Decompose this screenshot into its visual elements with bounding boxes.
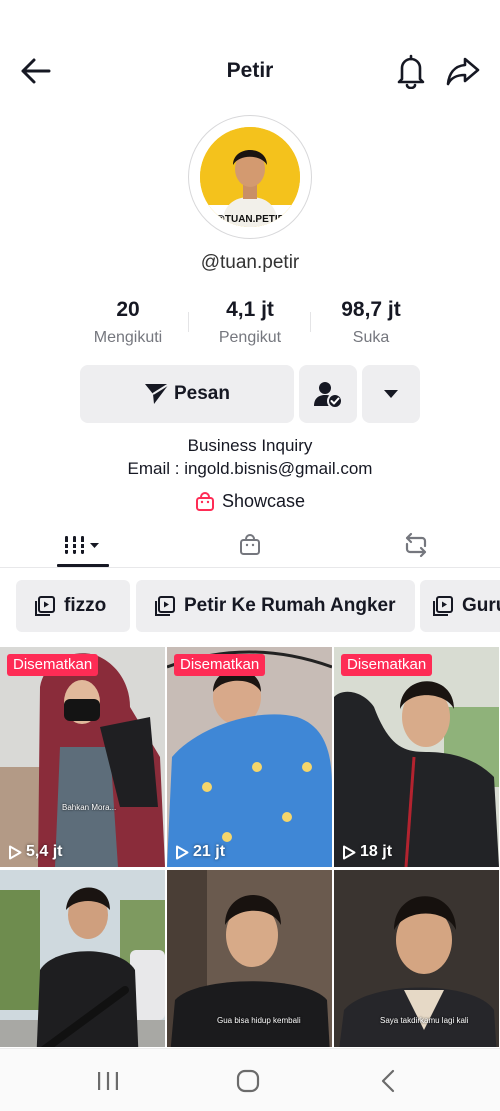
video-thumbnail[interactable]: Saya takdirkamu lagi kali: [334, 870, 499, 1047]
playlist-icon: [155, 596, 175, 616]
recent-apps-icon[interactable]: [88, 1067, 128, 1095]
videos-grid-icon: [65, 536, 99, 554]
video-grid: Disematkan Bahkan Mora... 5,4 jt Disemat…: [0, 647, 500, 1047]
user-check-icon: [314, 382, 343, 409]
bio-email[interactable]: Email : ingold.bisnis@gmail.com: [0, 457, 500, 480]
view-count-value: 21 jt: [193, 843, 226, 860]
stat-followers[interactable]: 4,1 jt Pengikut: [190, 298, 310, 347]
top-bar: Petir: [0, 45, 500, 97]
message-button[interactable]: Pesan: [80, 365, 294, 423]
stat-following-label: Mengikuti: [93, 329, 163, 346]
showcase-label: Showcase: [221, 491, 306, 511]
view-count-value: 5,4 jt: [26, 843, 63, 860]
shop-bag-icon: [240, 534, 260, 555]
tab-shop[interactable]: [222, 522, 278, 568]
pinned-badge: Disematkan: [174, 654, 266, 676]
stat-following-value: 20: [116, 298, 140, 321]
system-nav-bar: [0, 1048, 500, 1111]
avatar-ring[interactable]: @TUAN.PETIR: [188, 115, 312, 239]
pinned-badge: Disematkan: [341, 654, 433, 676]
profile-actions: Pesan: [0, 365, 500, 423]
play-icon: [176, 845, 189, 859]
bio: Business Inquiry Email : ingold.bisnis@g…: [0, 434, 500, 480]
playlist-chip[interactable]: fizzo: [16, 580, 130, 632]
playlist-label: Guru: [462, 595, 500, 616]
playlist-label: fizzo: [64, 595, 107, 616]
friend-status-button[interactable]: [299, 365, 357, 423]
video-caption: Bahkan Mora...: [62, 803, 117, 812]
caret-down-icon: [384, 390, 398, 398]
video-thumbnail[interactable]: Disematkan 21 jt: [167, 647, 332, 867]
playlist-chip[interactable]: Petir Ke Rumah Angker: [136, 580, 415, 632]
video-thumbnail-image: [0, 870, 165, 1047]
avatar[interactable]: @TUAN.PETIR: [200, 127, 300, 227]
showcase-link[interactable]: Showcase: [0, 491, 500, 512]
view-count: 5,4 jt: [8, 843, 62, 861]
playlist-row: fizzo Petir Ke Rumah Angker Guru: [0, 580, 500, 632]
more-options-button[interactable]: [362, 365, 420, 423]
tab-reposts[interactable]: [388, 522, 444, 568]
playlist-icon: [433, 596, 453, 616]
playlist-chip[interactable]: Guru: [420, 580, 500, 632]
home-icon[interactable]: [228, 1067, 268, 1095]
stat-followers-label: Pengikut: [218, 329, 282, 346]
video-thumbnail-image: [0, 647, 165, 867]
view-count: 18 jt: [342, 843, 392, 861]
pinned-badge: Disematkan: [7, 654, 99, 676]
stat-likes-label: Suka: [352, 329, 390, 346]
view-count: 21 jt: [175, 843, 225, 861]
video-thumbnail-image: [334, 647, 499, 867]
message-button-label: Pesan: [174, 383, 230, 404]
video-caption: Saya takdirkamu lagi kali: [380, 1016, 469, 1025]
username: @tuan.petir: [200, 252, 300, 273]
view-count-value: 18 jt: [360, 843, 393, 860]
bio-line: Business Inquiry: [187, 436, 313, 455]
avatar-text: @TUAN.PETIR: [215, 214, 286, 225]
content-tabs: [0, 522, 500, 568]
play-icon: [343, 845, 356, 859]
bell-icon[interactable]: [394, 53, 428, 90]
stat-divider: [188, 312, 189, 332]
video-thumbnail[interactable]: Disematkan Bahkan Mora... 5,4 jt: [0, 647, 165, 867]
video-thumbnail[interactable]: Gua bisa hidup kembali: [167, 870, 332, 1047]
video-thumbnail[interactable]: [0, 870, 165, 1047]
system-back-icon[interactable]: [368, 1067, 408, 1095]
stat-followers-value: 4,1 jt: [226, 298, 274, 321]
stat-likes[interactable]: 98,7 jt Suka: [311, 298, 431, 347]
shopping-bag-icon: [195, 491, 214, 511]
share-icon[interactable]: [445, 54, 481, 88]
video-caption: Gua bisa hidup kembali: [217, 1016, 301, 1025]
tab-videos[interactable]: [55, 522, 111, 568]
profile-stats: 20 Mengikuti 4,1 jt Pengikut 98,7 jt Suk…: [0, 298, 500, 354]
stat-following[interactable]: 20 Mengikuti: [68, 298, 188, 347]
repost-icon: [405, 532, 427, 558]
send-icon: [145, 383, 170, 404]
stat-likes-value: 98,7 jt: [341, 298, 401, 321]
play-icon: [9, 845, 22, 859]
video-thumbnail-image: [167, 647, 332, 867]
active-tab-indicator: [57, 564, 109, 567]
playlist-label: Petir Ke Rumah Angker: [184, 595, 396, 616]
video-thumbnail[interactable]: Disematkan 18 jt: [334, 647, 499, 867]
playlist-icon: [35, 596, 55, 616]
